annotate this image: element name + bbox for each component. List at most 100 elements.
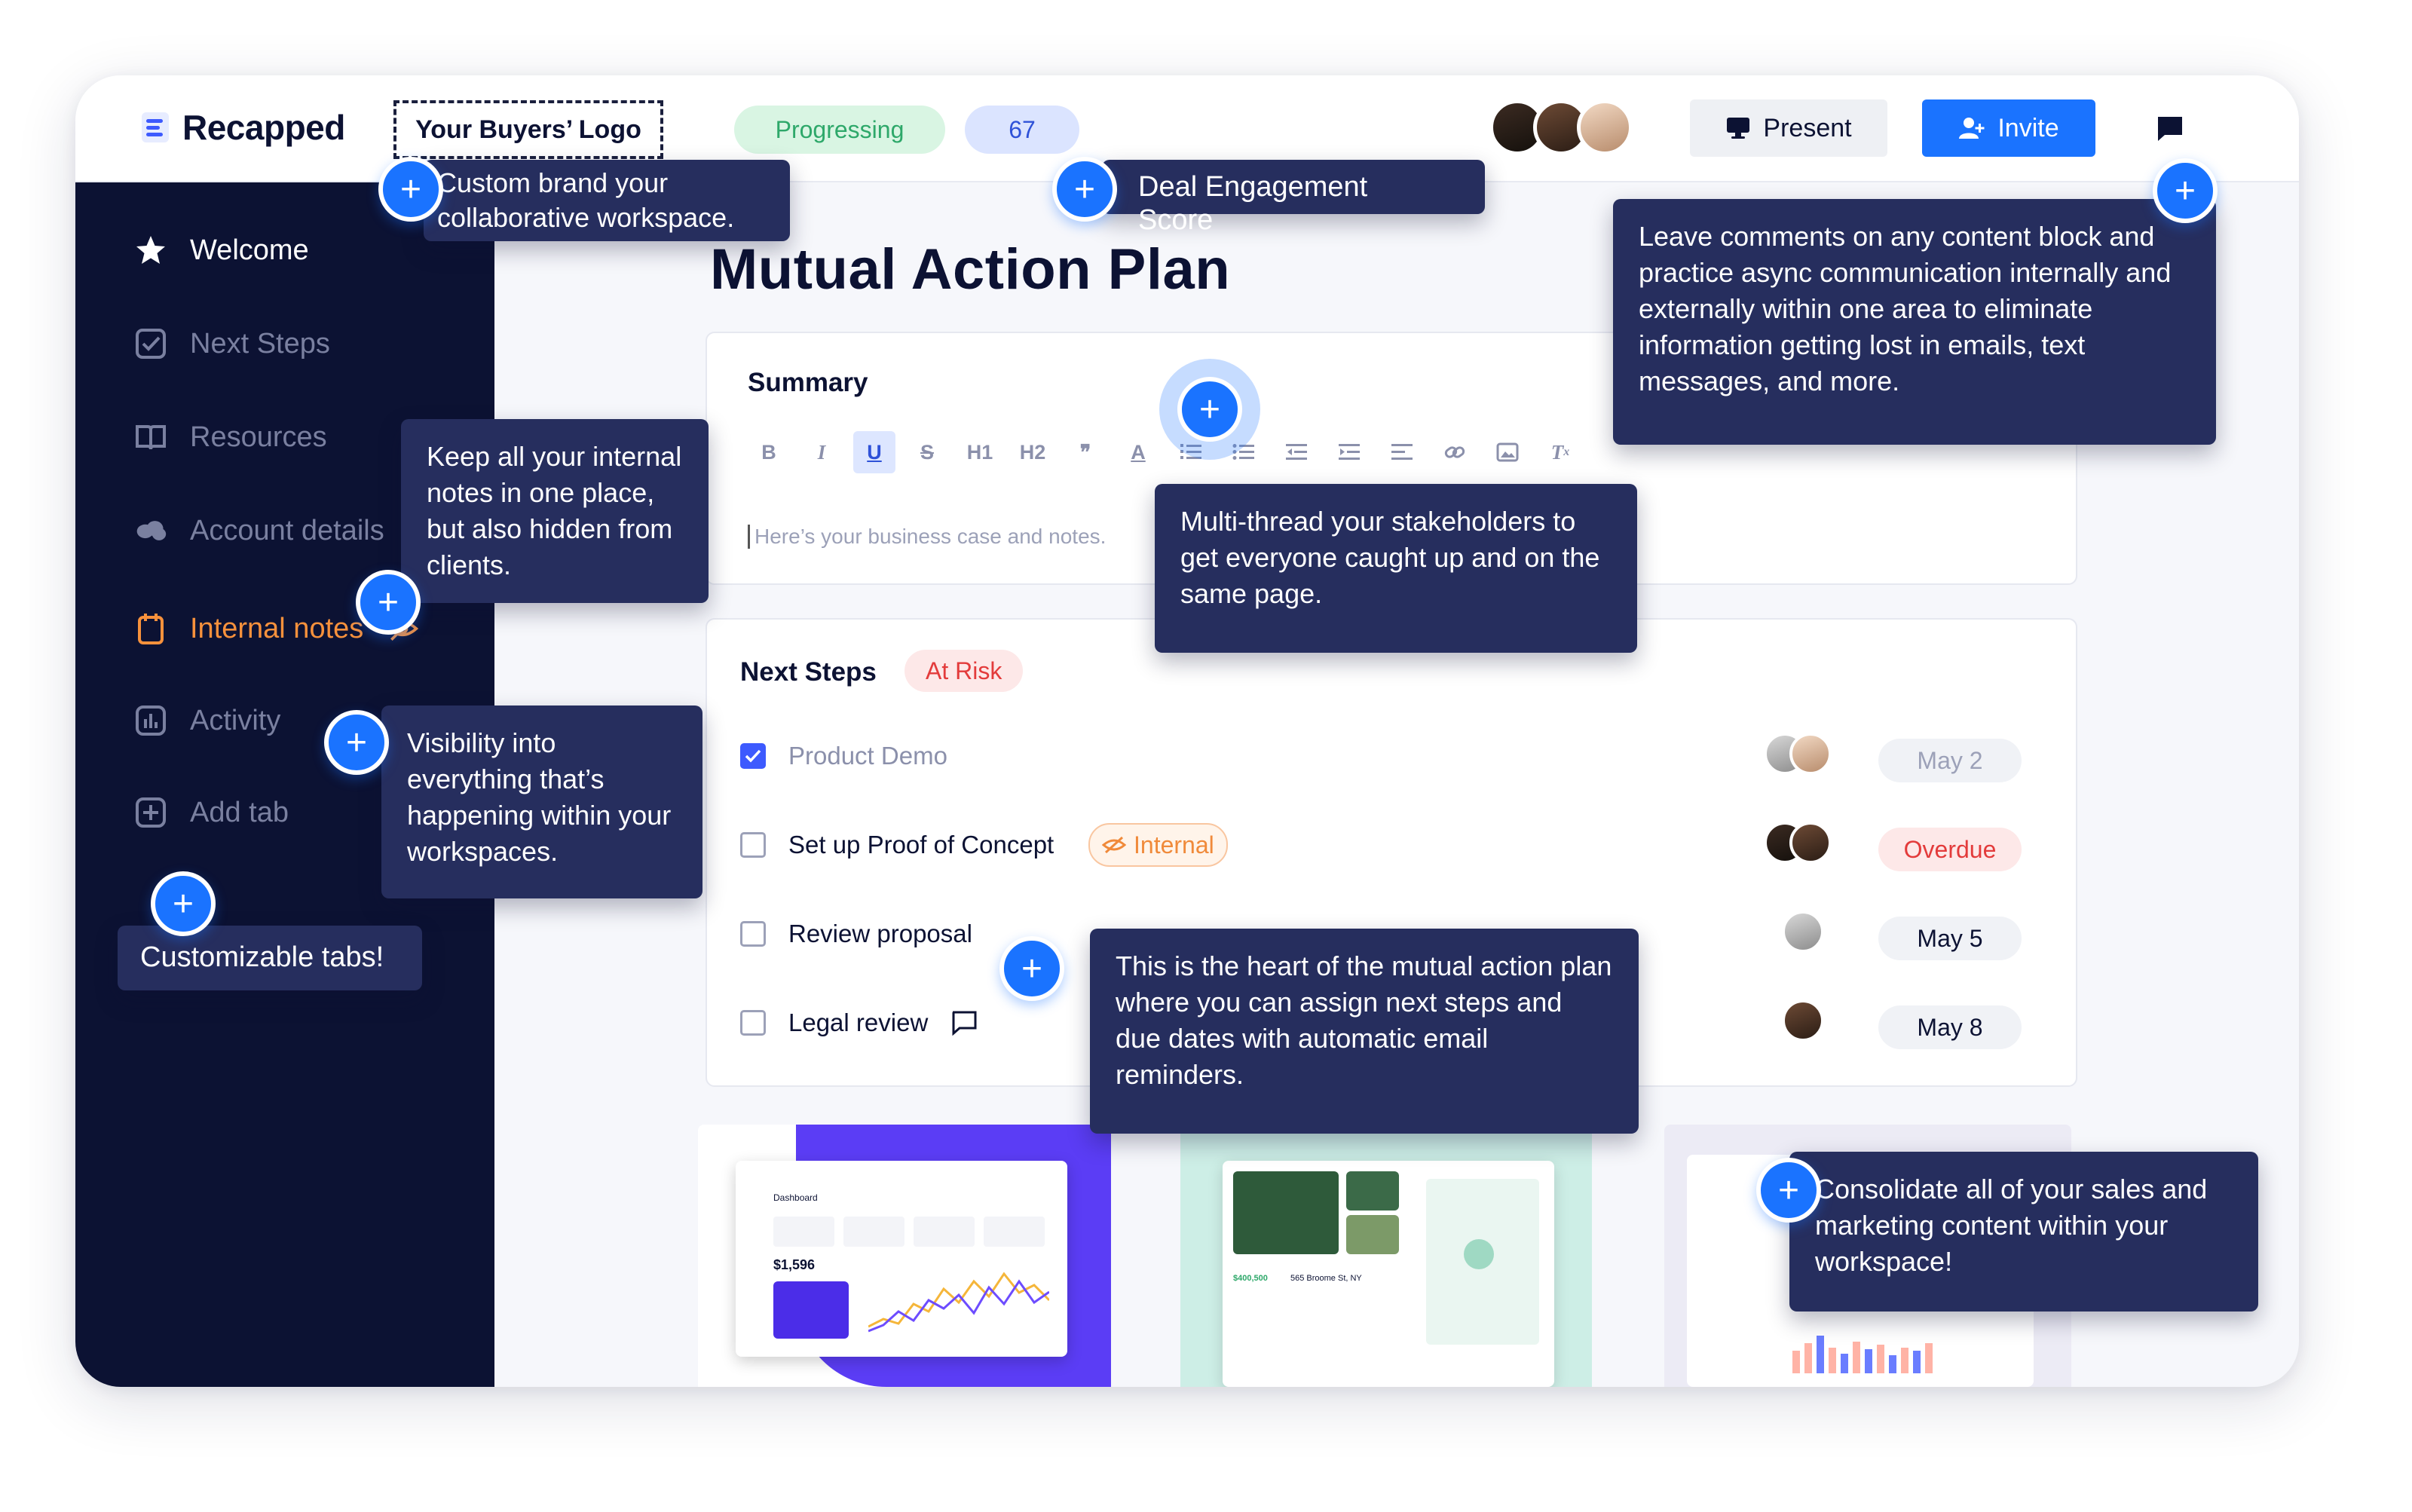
hotspot-plus-button[interactable]: +	[2153, 158, 2218, 223]
list-item[interactable]: Set up Proof of Concept	[740, 831, 1054, 859]
underline-button[interactable]: U	[853, 431, 895, 473]
status-badge[interactable]: At Risk	[904, 650, 1024, 692]
hotspot-plus-button[interactable]: +	[1756, 1158, 1821, 1223]
link-icon[interactable]	[1434, 431, 1476, 473]
listing-title: 565 Broome St, NY	[1290, 1274, 1362, 1283]
hotspot-plus-button[interactable]: +	[151, 871, 216, 936]
sidebar-item-next-steps[interactable]: Next Steps	[134, 327, 330, 360]
task-label: Set up Proof of Concept	[788, 831, 1054, 859]
sidebar-item-activity[interactable]: Activity	[134, 704, 280, 737]
italic-button[interactable]: I	[800, 431, 843, 473]
star-icon	[134, 234, 167, 267]
salesforce-icon	[134, 514, 167, 547]
strikethrough-button[interactable]: S	[906, 431, 948, 473]
buyer-logo-placeholder[interactable]: Your Buyers’ Logo	[393, 100, 663, 159]
add-tab-icon	[134, 796, 167, 829]
sidebar-item-label: Add tab	[190, 796, 289, 828]
monitor-icon	[1727, 118, 1750, 139]
dashboard-value: $1,596	[773, 1257, 816, 1272]
quote-button[interactable]: ❞	[1064, 431, 1107, 473]
callout-engagement-score: Deal Engagement Score	[1102, 160, 1485, 236]
clear-format-icon[interactable]: Tx	[1539, 431, 1581, 473]
chart-icon	[134, 704, 167, 737]
heading1-button[interactable]: H1	[959, 431, 1001, 473]
due-date-pill[interactable]: Overdue	[1878, 828, 2022, 871]
callout-content: Consolidate all of your sales and market…	[1789, 1152, 2258, 1312]
hotspot-plus-button[interactable]: +	[356, 570, 421, 635]
callout-tabs: Customizable tabs!	[118, 926, 422, 990]
map-preview	[1426, 1179, 1539, 1345]
callout-comments: Leave comments on any content block and …	[1613, 199, 2216, 445]
align-icon[interactable]	[1381, 431, 1423, 473]
avatar[interactable]	[1577, 99, 1633, 155]
sidebar-item-label: Resources	[190, 421, 327, 453]
hotspot-plus-button[interactable]: +	[999, 936, 1064, 1001]
bar-chart-preview	[1792, 1336, 1933, 1373]
listing-price: $400,500	[1233, 1274, 1268, 1283]
bullet-list-icon[interactable]	[1223, 431, 1265, 473]
hotspot-plus-button[interactable]: +	[378, 157, 443, 222]
task-checkbox[interactable]	[740, 832, 766, 858]
task-label: Product Demo	[788, 742, 947, 770]
avatar[interactable]	[1789, 822, 1832, 864]
text-color-button[interactable]: A	[1117, 431, 1159, 473]
task-checkbox[interactable]	[740, 921, 766, 947]
avatar[interactable]	[1782, 999, 1824, 1042]
due-date-pill[interactable]: May 5	[1878, 917, 2022, 960]
add-user-icon	[1959, 118, 1985, 139]
heading2-button[interactable]: H2	[1012, 431, 1054, 473]
sidebar-item-label: Activity	[190, 704, 281, 736]
list-item[interactable]: Product Demo	[740, 742, 947, 770]
hotspot-plus-button[interactable]: +	[1177, 377, 1242, 442]
dashboard-preview: Dashboard $1,596	[736, 1161, 1067, 1357]
summary-text-input[interactable]: Here’s your business case and notes.	[748, 525, 1106, 549]
comment-icon[interactable]	[2156, 115, 2184, 143]
comment-icon[interactable]	[950, 1010, 978, 1036]
line-chart-preview	[868, 1272, 1049, 1333]
list-item[interactable]: Legal review	[740, 1009, 978, 1037]
hotspot-plus-button[interactable]: +	[1052, 157, 1117, 222]
sidebar-item-resources[interactable]: Resources	[134, 421, 327, 454]
callout-brand: Custom brand your collaborative workspac…	[424, 160, 790, 241]
hotspot-plus-button[interactable]: +	[324, 710, 389, 775]
outdent-icon[interactable]	[1275, 431, 1318, 473]
present-label: Present	[1763, 113, 1852, 142]
sidebar-item-add-tab[interactable]: Add tab	[134, 796, 289, 829]
hidden-eye-icon	[1102, 836, 1126, 854]
due-date-pill[interactable]: May 8	[1878, 1005, 2022, 1049]
content-thumbnail-listing[interactable]: $400,500 565 Broome St, NY	[1180, 1125, 1592, 1387]
sidebar-item-label: Next Steps	[190, 327, 330, 360]
editor-toolbar: B I U S H1 H2 ❞ A T x	[748, 431, 1581, 473]
callout-action-plan: This is the heart of the mutual action p…	[1090, 929, 1639, 1134]
sidebar-item-label: Welcome	[190, 234, 309, 266]
app-logo[interactable]: Recapped	[142, 107, 345, 148]
sidebar-item-label: Account details	[190, 514, 384, 546]
checkbox-icon	[134, 327, 167, 360]
internal-tag-label: Internal	[1134, 831, 1214, 859]
dashboard-preview-title: Dashboard	[773, 1192, 818, 1203]
invite-button[interactable]: Invite	[1922, 99, 2095, 157]
sidebar-item-account-details[interactable]: Account details	[134, 514, 384, 547]
deal-status-badge[interactable]: Progressing	[734, 106, 945, 154]
task-label: Legal review	[788, 1009, 929, 1036]
indent-icon[interactable]	[1328, 431, 1370, 473]
internal-tag: Internal	[1088, 823, 1228, 867]
present-button[interactable]: Present	[1690, 99, 1887, 157]
logo-icon	[142, 112, 169, 142]
bold-button[interactable]: B	[748, 431, 790, 473]
content-thumbnail-dashboard[interactable]: Dashboard $1,596	[698, 1125, 1111, 1387]
listing-preview: $400,500 565 Broome St, NY	[1223, 1161, 1554, 1387]
avatar[interactable]	[1782, 911, 1824, 953]
due-date-pill[interactable]: May 2	[1878, 739, 2022, 782]
task-label: Review proposal	[788, 920, 972, 947]
engagement-score-badge[interactable]: 67	[965, 106, 1079, 154]
image-icon[interactable]	[1486, 431, 1529, 473]
list-item[interactable]: Review proposal	[740, 920, 972, 948]
page-title: Mutual Action Plan	[710, 237, 1231, 301]
sidebar-item-welcome[interactable]: Welcome	[134, 234, 309, 267]
task-checkbox[interactable]	[740, 1010, 766, 1036]
callout-multithread: Multi-thread your stakeholders to get ev…	[1155, 484, 1637, 653]
listing-photo	[1233, 1171, 1339, 1254]
task-checkbox[interactable]	[740, 743, 766, 769]
avatar[interactable]	[1789, 733, 1832, 775]
